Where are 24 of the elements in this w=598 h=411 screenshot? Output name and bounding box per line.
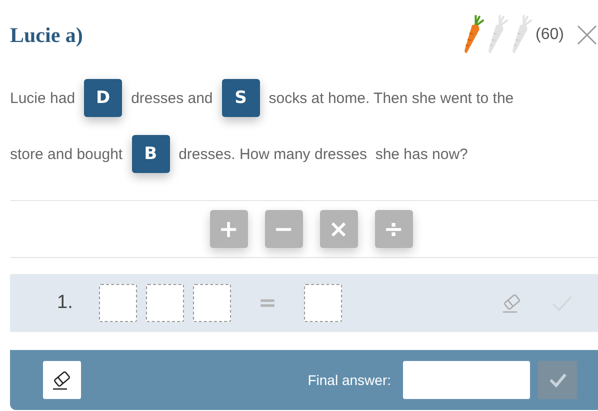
drop-slot[interactable] bbox=[193, 284, 231, 322]
operator-button[interactable]: × bbox=[320, 210, 358, 248]
problem-text: store and bought bbox=[10, 146, 123, 162]
variable-tile[interactable]: S bbox=[222, 79, 260, 117]
final-answer-label: Final answer: bbox=[308, 372, 391, 388]
row-number: 1. bbox=[57, 292, 74, 314]
final-answer-field[interactable] bbox=[403, 361, 530, 399]
operator-button[interactable]: + bbox=[210, 210, 248, 248]
points-count: (60) bbox=[536, 26, 564, 44]
problem-text: dresses and bbox=[131, 90, 213, 106]
drop-slot[interactable] bbox=[304, 284, 342, 322]
equals-sign: = bbox=[257, 290, 278, 316]
close-icon[interactable] bbox=[576, 24, 598, 46]
exercise-title: Lucie a) bbox=[10, 22, 84, 48]
problem-text: socks at home. Then she went to the bbox=[268, 90, 514, 106]
drop-slot[interactable] bbox=[146, 284, 184, 322]
eraser-button[interactable] bbox=[43, 361, 81, 399]
operator-button[interactable]: − bbox=[264, 210, 302, 248]
drop-slot[interactable] bbox=[99, 284, 137, 322]
variable-tile[interactable]: D bbox=[84, 79, 122, 117]
operator-button[interactable]: ÷ bbox=[374, 210, 412, 248]
problem-text: dresses. How many dresses she has now? bbox=[178, 146, 468, 162]
problem-text: Lucie had bbox=[10, 90, 76, 106]
variable-tile[interactable]: B bbox=[132, 135, 170, 173]
